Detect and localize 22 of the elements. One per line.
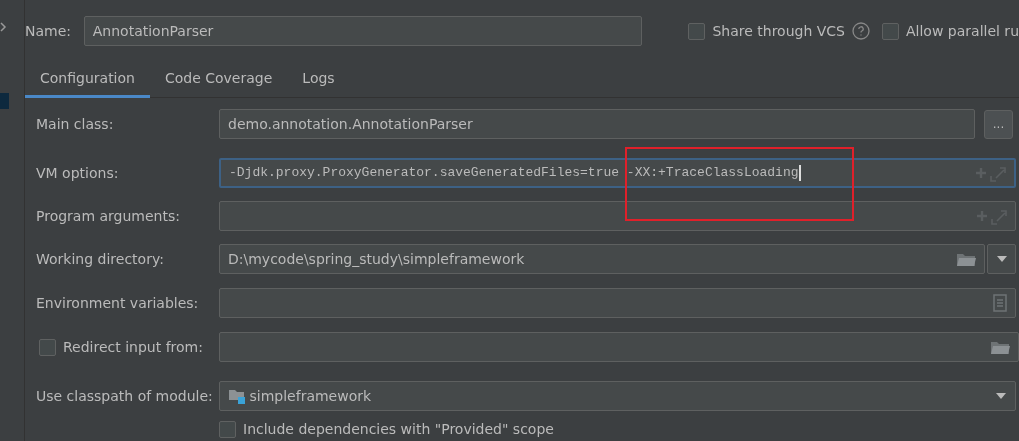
name-field[interactable]: AnnotationParser	[83, 16, 643, 46]
checkbox-label: Redirect input from:	[63, 337, 203, 357]
field-label: Environment variables:	[36, 293, 200, 313]
field-label: Program arguments:	[36, 206, 181, 226]
text-field[interactable]: -Djdk.proxy.ProxyGenerator.saveGeneratedFiles=true -XX:+TraceClassLoading	[219, 158, 1016, 188]
name-label: Name:	[25, 21, 73, 41]
module-dropdown[interactable]: simpleframework	[219, 381, 1016, 411]
field-label: VM options:	[36, 163, 120, 183]
field-value: simpleframework	[249, 386, 373, 406]
field-value: D:\mycode\spring_study\simpleframework	[228, 249, 526, 269]
checkbox-label: Include dependencies with "Provided" scope	[243, 419, 554, 439]
checkbox-label: Share through VCS	[712, 21, 845, 41]
tab[interactable]: Configuration	[25, 62, 150, 98]
text-field[interactable]: D:\mycode\spring_study\simpleframework	[219, 244, 985, 274]
field-label: Use classpath of module:	[36, 386, 214, 406]
browse-button[interactable]: ...	[984, 109, 1013, 139]
tab[interactable]: Logs	[287, 62, 350, 98]
tab[interactable]: Code Coverage	[149, 62, 288, 98]
text-field[interactable]: demo.annotation.AnnotationParser	[219, 109, 975, 139]
field-label: Working directory:	[36, 249, 165, 269]
checkbox-label: Allow parallel ru	[906, 21, 1019, 41]
field-label: Main class:	[36, 114, 115, 134]
